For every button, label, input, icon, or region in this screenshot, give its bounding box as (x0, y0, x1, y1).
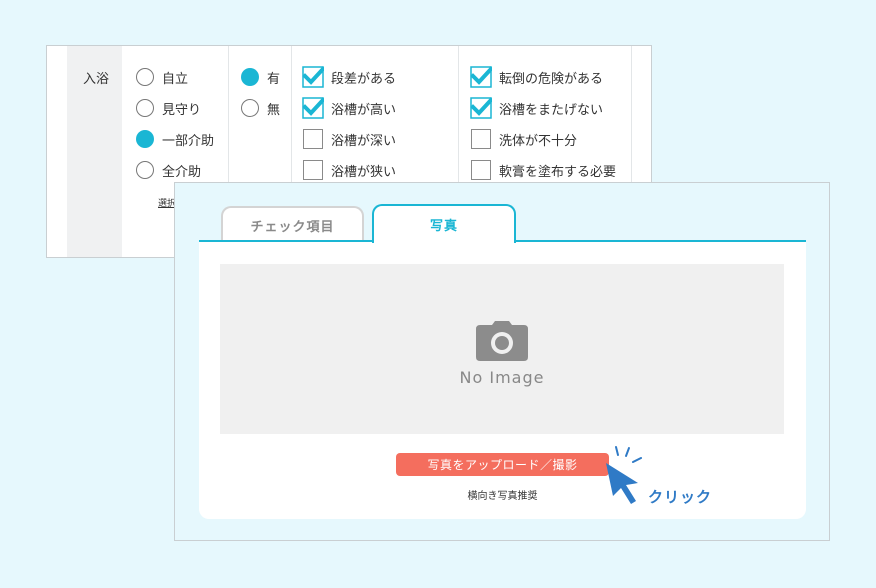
checkbox-label: 転倒の危険がある (499, 71, 604, 87)
radio-button-selected[interactable] (136, 130, 154, 148)
radio-button-selected[interactable] (241, 68, 259, 86)
radio-option-watch[interactable]: 見守り (136, 97, 201, 119)
checkbox-label: 浴槽をまたげない (499, 102, 604, 118)
radio-option-partial-assist[interactable]: 一部介助 (136, 128, 214, 150)
upload-photo-button[interactable]: 写真をアップロード／撮影 (396, 453, 609, 476)
checkbox[interactable] (303, 129, 323, 149)
radio-option-independent[interactable]: 自立 (136, 66, 188, 88)
row-label-column: 入浴 (67, 46, 122, 257)
tab-check-items[interactable]: チェック項目 (221, 206, 364, 242)
radio-option-no[interactable]: 無 (241, 97, 280, 119)
image-placeholder[interactable]: No Image (220, 264, 784, 434)
checkbox-label: 浴槽が深い (331, 133, 397, 149)
radio-option-yes[interactable]: 有 (241, 66, 280, 88)
cursor-arrow-icon (606, 446, 642, 504)
landscape-hint: 横向き写真推奨 (467, 491, 538, 502)
checkbox-label: 軟膏を塗布する必要 (499, 164, 617, 180)
checkbox-label: 浴槽が高い (331, 102, 397, 118)
checkbox-checked[interactable] (302, 66, 324, 88)
radio-option-full-assist[interactable]: 全介助 (136, 159, 201, 181)
radio-label: 見守り (162, 102, 202, 118)
checkbox-label: 浴槽が狭い (331, 164, 397, 180)
checkbox-label: 段差がある (331, 71, 397, 87)
tab-photo[interactable]: 写真 (372, 204, 516, 243)
checkbox-checked[interactable] (302, 97, 324, 119)
checkbox-label: 洗体が不十分 (499, 133, 578, 149)
checkbox-option[interactable]: 転倒の危険がある (470, 66, 604, 88)
radio-button[interactable] (136, 68, 154, 86)
checkbox-option[interactable]: 浴槽が狭い (303, 159, 396, 181)
checkbox[interactable] (471, 129, 491, 149)
photo-card: チェック項目 写真 No Image 写真をアップロード／撮影 横向き写真推奨 (174, 182, 830, 541)
checkbox-option[interactable]: 段差がある (302, 66, 397, 88)
checkbox-option[interactable]: 洗体が不十分 (471, 128, 577, 150)
checkbox-option[interactable]: 浴槽が深い (303, 128, 396, 150)
no-image-text: No Image (459, 368, 545, 387)
checkbox-checked[interactable] (470, 66, 492, 88)
checkbox-option[interactable]: 軟膏を塗布する必要 (471, 159, 616, 181)
click-annotation-label: クリック (648, 488, 713, 506)
checkbox-option[interactable]: 浴槽をまたげない (470, 97, 604, 119)
camera-icon (476, 321, 528, 361)
checkbox-checked[interactable] (470, 97, 492, 119)
row-label: 入浴 (83, 72, 110, 87)
radio-label: 自立 (162, 71, 189, 87)
radio-label: 有 (267, 71, 281, 87)
checkbox[interactable] (471, 160, 491, 180)
radio-label: 一部介助 (162, 133, 215, 149)
radio-button[interactable] (136, 161, 154, 179)
radio-label: 全介助 (162, 164, 202, 180)
radio-label: 無 (267, 102, 281, 118)
radio-button[interactable] (136, 99, 154, 117)
radio-button[interactable] (241, 99, 259, 117)
checkbox[interactable] (303, 160, 323, 180)
checkbox-option[interactable]: 浴槽が高い (302, 97, 397, 119)
photo-panel: No Image 写真をアップロード／撮影 横向き写真推奨 (199, 242, 806, 519)
